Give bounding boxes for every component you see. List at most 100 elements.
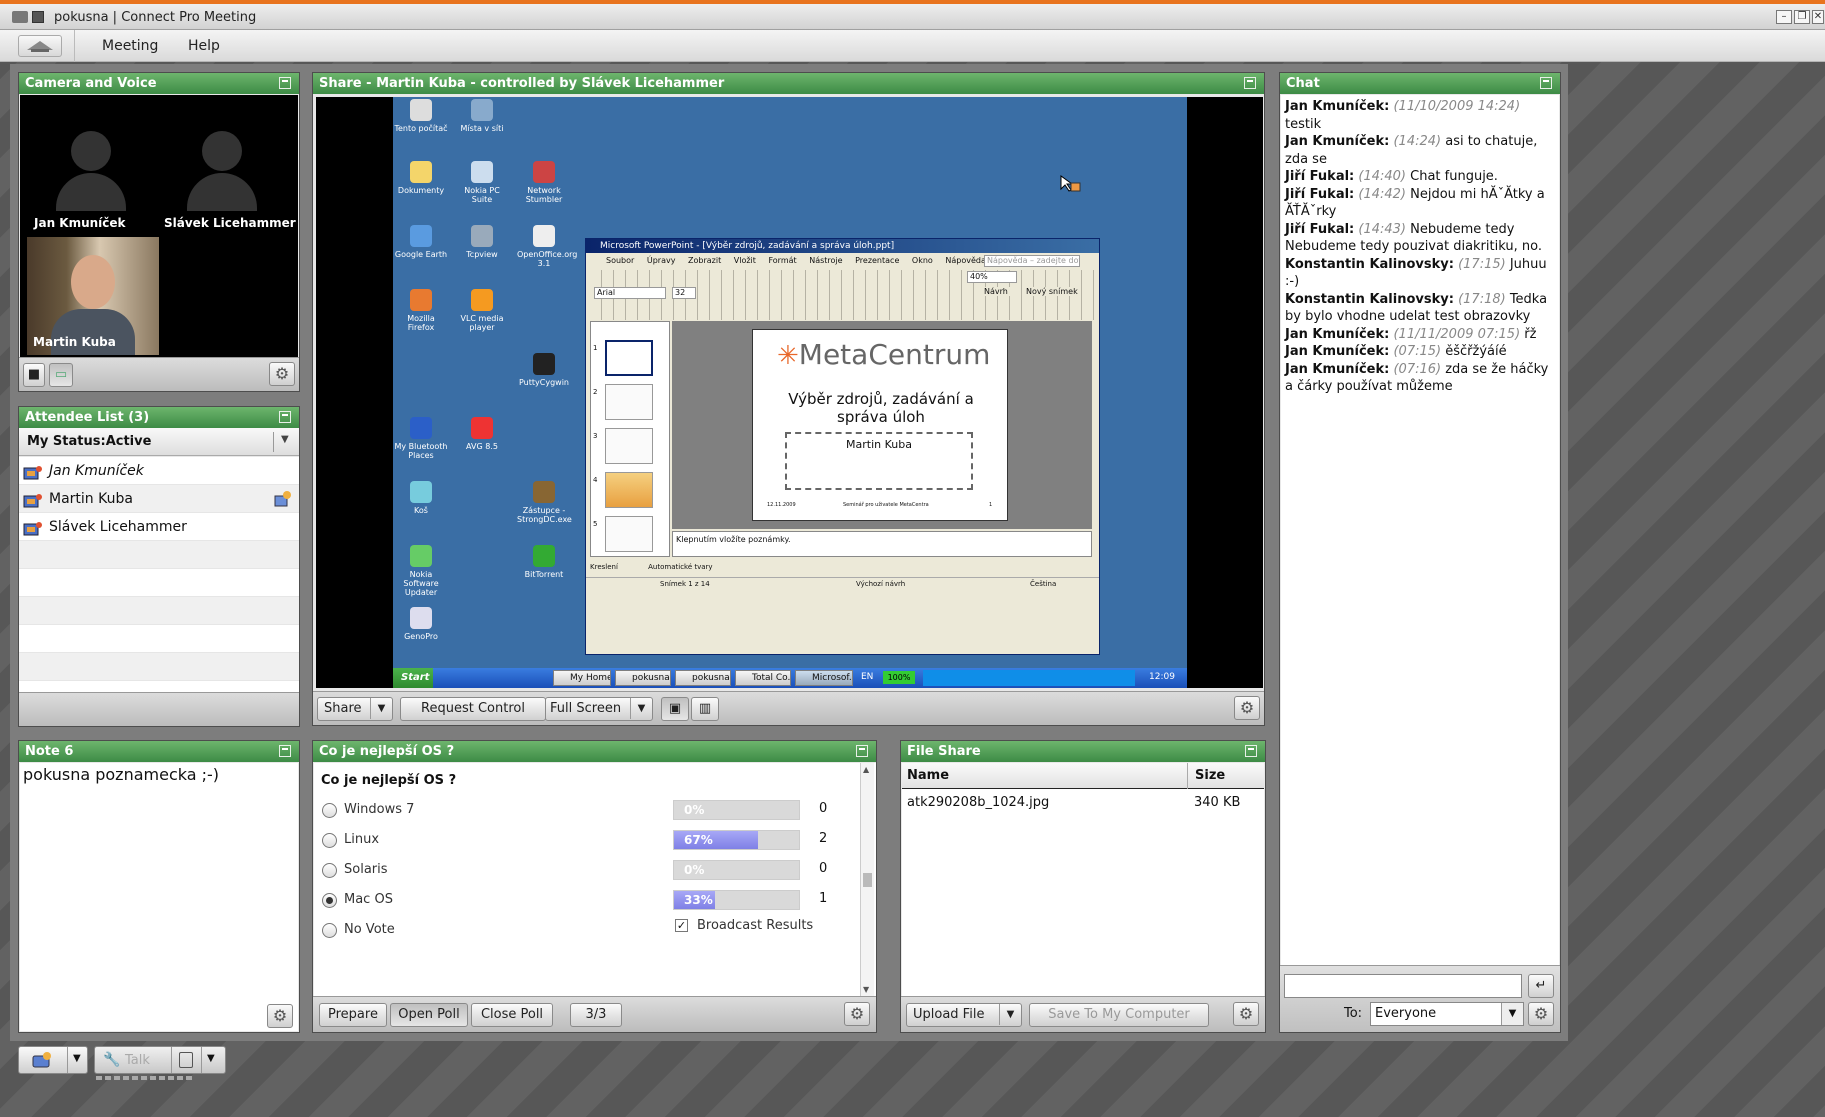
slide-thumbnail[interactable] [605,472,653,508]
settings-gear-icon[interactable]: ⚙ [267,1004,293,1028]
maximize-icon[interactable] [279,77,291,89]
desktop-icon[interactable]: Network Stumbler [517,161,571,204]
prepare-button[interactable]: Prepare [319,1003,387,1027]
desktop-icon[interactable]: Tento počítač [394,99,448,133]
poll-scrollbar[interactable]: ▲ ▼ [860,763,874,996]
broadcast-label[interactable]: Broadcast Results [697,918,813,933]
desktop-icon[interactable]: GenoPro [394,607,448,641]
ppt-help-box[interactable]: Nápověda – zadejte dotaz [984,255,1080,267]
broadcast-checkbox[interactable]: ✓ [675,919,688,932]
full-screen-button[interactable]: Full Screen ▼ [545,697,653,721]
slide-author[interactable]: Martin Kuba [785,432,973,490]
desktop-icon[interactable]: PuttyCygwin [517,353,571,387]
desktop-icon[interactable]: VLC media player [455,289,509,332]
ppt-menu-item[interactable]: Vložit [734,256,756,265]
poll-option-label[interactable]: Windows 7 [344,802,414,817]
menu-meeting[interactable]: Meeting [102,38,158,54]
column-name[interactable]: Name [907,768,949,783]
open-poll-button[interactable]: Open Poll [390,1003,468,1027]
settings-gear-icon[interactable]: ⚙ [1234,696,1260,720]
fit-to-window-icon[interactable]: ▣ [661,697,689,721]
slide-thumbnail[interactable] [605,428,653,464]
ppt-new-slide-button[interactable]: Nový snímek [1024,287,1080,296]
ppt-menu-item[interactable]: Nástroje [809,256,842,265]
ppt-slide[interactable]: ✳MetaCentrum Výběr zdrojů, zadávání a sp… [752,329,1008,521]
chat-input[interactable] [1284,974,1522,998]
desktop-icon[interactable]: AVG 8.5 [455,417,509,451]
poll-option-label[interactable]: Linux [344,832,379,847]
poll-option-radio[interactable] [322,803,337,818]
start-button[interactable]: Start [393,668,433,688]
poll-option-radio[interactable] [322,863,337,878]
restore-button[interactable]: ❐ [1794,10,1810,24]
ppt-notes[interactable]: Klepnutím vložíte poznámky. [672,531,1092,557]
column-size[interactable]: Size [1195,768,1225,783]
desktop-icon[interactable]: Tcpview [455,225,509,259]
ppt-menu-item[interactable]: Soubor [606,256,634,265]
poll-option-radio[interactable] [322,833,337,848]
request-control-button[interactable]: Request Control [400,697,546,721]
ppt-size-select[interactable]: 32 [672,287,696,299]
ppt-menu-item[interactable]: Formát [768,256,796,265]
ppt-menu-item[interactable]: Úpravy [647,256,676,265]
taskbar-item[interactable]: Microsof... [795,670,853,686]
camera-icon[interactable]: ▭ [49,363,73,387]
desktop-icon[interactable]: Nokia Software Updater [394,545,448,597]
poll-option-radio-selected[interactable] [322,893,337,908]
share-button[interactable]: Share ▼ [317,697,393,721]
minimize-button[interactable]: – [1776,10,1792,24]
desktop-icon[interactable]: Mozilla Firefox [394,289,448,332]
maximize-icon[interactable] [279,411,291,423]
send-icon[interactable]: ↵ [1528,974,1554,998]
slide-thumbnail[interactable] [605,340,653,376]
close-poll-button[interactable]: Close Poll [471,1003,553,1027]
connect-logo-icon[interactable] [18,35,62,57]
slide-thumbnail[interactable] [605,384,653,420]
desktop-icon[interactable]: BitTorrent [517,545,571,579]
slide-thumbnail[interactable] [605,516,653,552]
settings-gear-icon[interactable]: ⚙ [1528,1002,1554,1026]
ppt-menu-item[interactable]: Okno [912,256,933,265]
recipient-select[interactable]: Everyone ▼ [1370,1002,1524,1026]
maximize-icon[interactable] [1244,77,1256,89]
my-status-dropdown[interactable]: My Status:Active ▼ [19,428,299,456]
taskbar-item[interactable]: My Home ... [553,670,611,686]
taskbar-item[interactable]: pokusna ... [675,670,731,686]
table-row[interactable]: atk290208b_1024.jpg 340 KB [902,791,1264,815]
poll-option-label[interactable]: Mac OS [344,892,393,907]
taskbar-item[interactable]: Total Co... [735,670,791,686]
poll-option-label[interactable]: Solaris [344,862,388,877]
taskbar-item[interactable]: pokusna ... [615,670,671,686]
save-to-computer-button[interactable]: Save To My Computer [1029,1003,1209,1027]
ppt-menu-item[interactable]: Zobrazit [688,256,721,265]
maximize-icon[interactable] [1540,77,1552,89]
menu-help[interactable]: Help [188,38,220,54]
maximize-icon[interactable] [856,745,868,757]
audio-button[interactable]: ▼ [18,1046,88,1074]
desktop-icon[interactable]: Google Earth [394,225,448,259]
desktop-icon[interactable]: Zástupce - StrongDC.exe [517,481,572,524]
ppt-menu-item[interactable]: Prezentace [855,256,899,265]
upload-file-button[interactable]: Upload File ▼ [906,1003,1022,1027]
desktop-icon[interactable]: Nokia PC Suite [455,161,509,204]
ppt-zoom-select[interactable]: 40% [967,271,1017,283]
poll-option-radio[interactable] [322,923,337,938]
settings-gear-icon[interactable]: ⚙ [1233,1002,1259,1026]
settings-gear-icon[interactable]: ⚙ [269,362,295,386]
maximize-icon[interactable] [1245,745,1257,757]
talk-button[interactable]: Talk [125,1053,150,1068]
desktop-icon[interactable]: Místa v síti [455,99,509,133]
note-text[interactable]: pokusna poznamecka ;-) [20,763,298,1031]
actual-size-icon[interactable]: ▥ [691,697,719,721]
chevron-down-icon[interactable]: ▼ [281,434,289,445]
stop-camera-button[interactable]: ■ [23,363,45,387]
desktop-icon[interactable]: Koš [394,481,448,515]
settings-gear-icon[interactable]: ⚙ [844,1002,870,1026]
lock-icon[interactable] [179,1052,193,1068]
ppt-menu-item[interactable]: Nápověda [945,256,986,265]
desktop-icon[interactable]: My Bluetooth Places [394,417,448,460]
poll-option-label[interactable]: No Vote [344,922,395,937]
desktop-icon[interactable]: Dokumenty [394,161,448,195]
ppt-design-button[interactable]: Návrh [982,287,1010,296]
chevron-down-icon[interactable]: ▼ [207,1053,215,1064]
